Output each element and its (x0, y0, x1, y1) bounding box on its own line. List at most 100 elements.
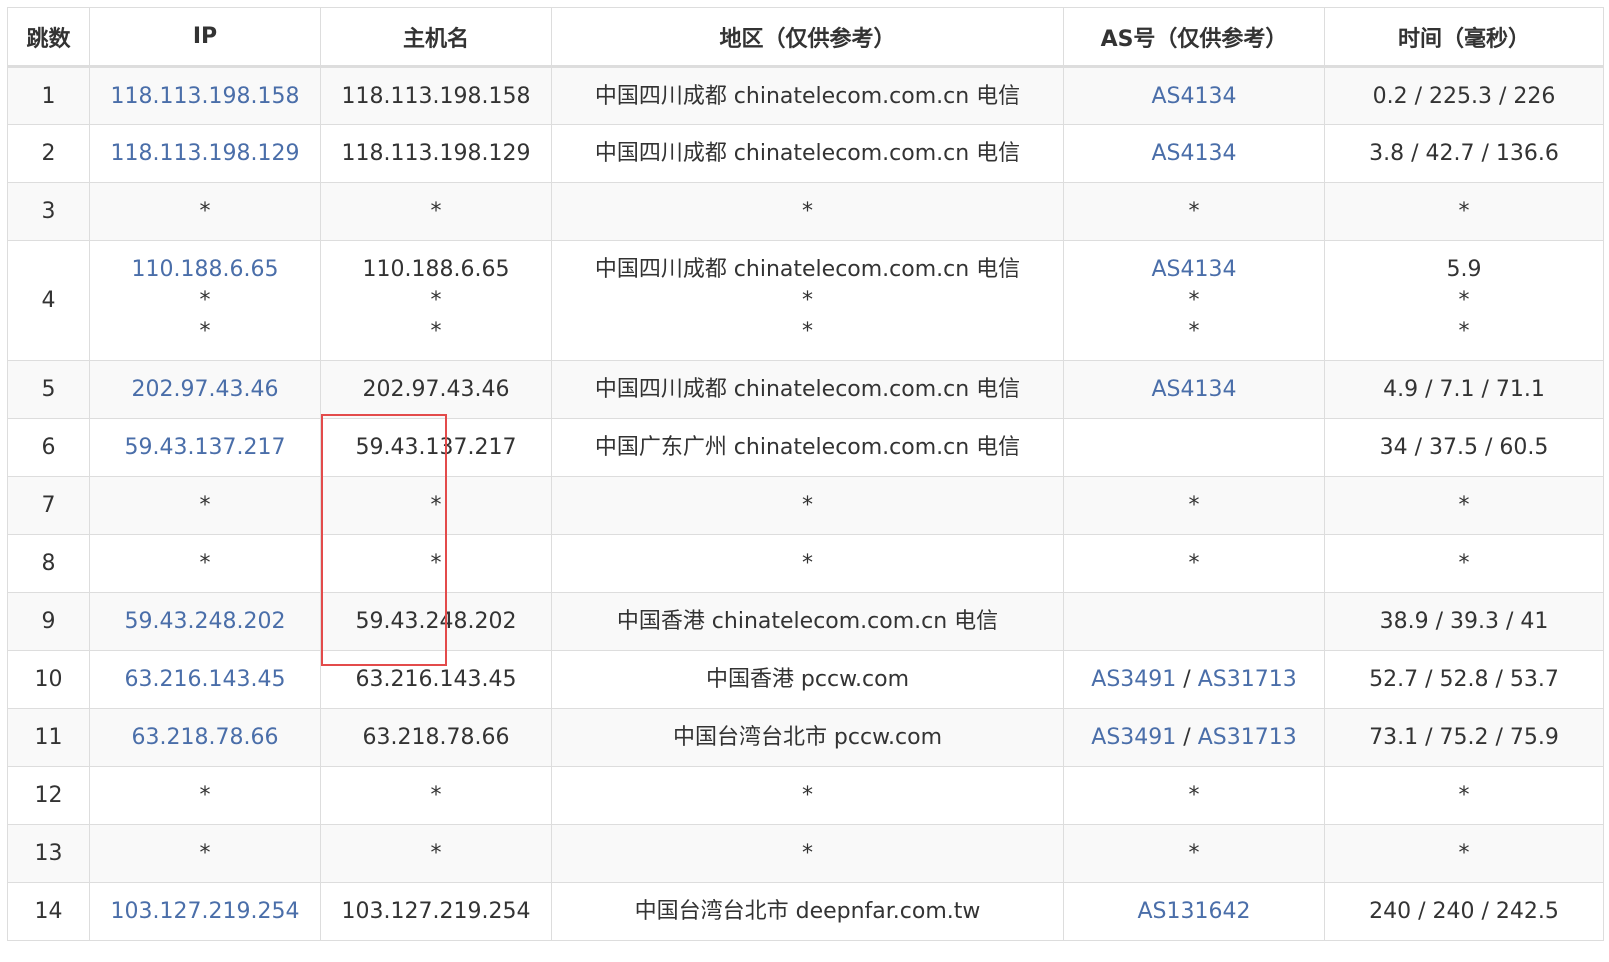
ip-cell: 202.97.43.46 (89, 360, 321, 419)
hostname-text: * (430, 319, 442, 344)
hop-cell: 10 (7, 650, 90, 709)
region-text: 中国香港 pccw.com (705, 667, 910, 692)
table-row: 10 63.216.143.45 63.216.143.45 中国香港 pccw.co… (7, 650, 1604, 709)
table-header: 跳数 IP 主机名 地区（仅供参考） AS号（仅供参考） 时间（毫秒） (7, 7, 1604, 68)
time-text: * (1458, 841, 1470, 866)
as-line: * (1070, 838, 1318, 869)
ip-link[interactable]: 202.97.43.46 (96, 374, 314, 405)
column-header-as[interactable]: AS号（仅供参考） (1063, 7, 1325, 68)
ip-link[interactable]: 118.113.198.129 (96, 138, 314, 169)
ip-link[interactable]: 59.43.248.202 (96, 606, 314, 637)
hostname-text: 118.113.198.158 (341, 83, 531, 109)
time-text: 3.8 / 42.7 / 136.6 (1369, 141, 1559, 166)
region-cell: 中国四川成都 chinatelecom.com.cn 电信 * * (551, 240, 1064, 361)
region-cell: * (551, 534, 1064, 593)
time-cell: 3.8 / 42.7 / 136.6 (1324, 124, 1604, 183)
ip-link[interactable]: 59.43.137.217 (96, 432, 314, 463)
hostname-cell: 59.43.248.202 (320, 592, 552, 651)
column-header-hop[interactable]: 跳数 (7, 7, 90, 68)
time-cell: 4.9 / 7.1 / 71.1 (1324, 360, 1604, 419)
region-cell: 中国香港 pccw.com (551, 650, 1064, 709)
time-cell: 38.9 / 39.3 / 41 (1324, 592, 1604, 651)
hop-cell: 1 (7, 66, 90, 125)
hostname-text: 110.188.6.65 (362, 257, 510, 282)
as-cell: AS4134 (1063, 360, 1325, 419)
hostname-text: 202.97.43.46 (362, 377, 510, 402)
region-cell: 中国四川成都 chinatelecom.com.cn 电信 (551, 124, 1064, 183)
hostname-text: * (430, 551, 442, 576)
table-row: 9 59.43.248.202 59.43.248.202 中国香港 chinatel… (7, 592, 1604, 651)
hop-cell: 6 (7, 418, 90, 477)
region-cell: 中国广东广州 chinatelecom.com.cn 电信 (551, 418, 1064, 477)
traceroute-table: 跳数 IP 主机名 地区（仅供参考） AS号（仅供参考） 时间（毫秒） 1 118… (7, 7, 1604, 941)
ip-link[interactable]: 63.218.78.66 (96, 722, 314, 753)
hostname-cell: * (320, 766, 552, 825)
hop-cell: 2 (7, 124, 90, 183)
time-cell: * (1324, 476, 1604, 535)
region-cell: * (551, 766, 1064, 825)
as-separator: / (1176, 725, 1198, 750)
ip-link[interactable]: 103.127.219.254 (96, 896, 314, 927)
as-link[interactable]: AS131642 (1138, 899, 1251, 924)
hostname-cell: 202.97.43.46 (320, 360, 552, 419)
ip-cell: 103.127.219.254 (89, 882, 321, 941)
column-header-time[interactable]: 时间（毫秒） (1324, 7, 1604, 68)
ip-cell: 118.113.198.129 (89, 124, 321, 183)
hop-cell: 14 (7, 882, 90, 941)
hostname-cell: 118.113.198.158 (320, 66, 552, 125)
as-line: AS4134 (1070, 254, 1318, 285)
hostname-cell: * (320, 476, 552, 535)
table-row: 2 118.113.198.129 118.113.198.129 中国四川成都 ch… (7, 124, 1604, 183)
as-line: AS3491 / AS31713 (1070, 664, 1318, 695)
hostname-cell: 59.43.137.217 (320, 418, 552, 477)
as-line: AS4134 (1070, 81, 1318, 112)
table-row: 4 110.188.6.65 * * 110.188.6.65 * * 中国四川成都 chin… (7, 240, 1604, 361)
as-link[interactable]: AS31713 (1198, 725, 1297, 750)
table-row: 7 * * * * * (7, 476, 1604, 535)
ip-link[interactable]: 110.188.6.65 (96, 254, 314, 285)
region-text: 中国四川成都 chinatelecom.com.cn 电信 (594, 257, 1021, 282)
region-text: 中国四川成都 chinatelecom.com.cn 电信 (594, 141, 1021, 166)
region-text: 中国四川成都 chinatelecom.com.cn 电信 (594, 83, 1021, 109)
region-cell: 中国台湾台北市 deepnfar.com.tw (551, 882, 1064, 941)
time-text: 34 / 37.5 / 60.5 (1379, 435, 1549, 460)
hostname-cell: 63.216.143.45 (320, 650, 552, 709)
region-text: * (802, 783, 813, 808)
ip-cell: * (89, 534, 321, 593)
as-link[interactable]: AS4134 (1151, 257, 1236, 282)
as-link[interactable]: AS3491 (1091, 667, 1176, 692)
time-cell: 73.1 / 75.2 / 75.9 (1324, 708, 1604, 767)
table-row: 11 63.218.78.66 63.218.78.66 中国台湾台北市 pccw.c… (7, 708, 1604, 767)
region-text: * (802, 493, 813, 518)
as-link[interactable]: AS31713 (1198, 667, 1297, 692)
as-link: * (1188, 783, 1200, 808)
as-cell: AS3491 / AS31713 (1063, 708, 1325, 767)
hop-cell: 12 (7, 766, 90, 825)
hostname-text: 59.43.137.217 (355, 435, 517, 460)
ip-link: * (199, 841, 211, 866)
as-link[interactable]: AS4134 (1151, 377, 1236, 402)
time-text: * (1458, 551, 1470, 576)
hostname-cell: * (320, 182, 552, 241)
as-link[interactable]: AS4134 (1151, 141, 1236, 166)
as-cell: * (1063, 824, 1325, 883)
time-text: 38.9 / 39.3 / 41 (1379, 609, 1549, 634)
ip-link[interactable]: 118.113.198.158 (96, 81, 314, 112)
time-text: * (1458, 199, 1470, 224)
hostname-text: * (430, 783, 442, 808)
time-text: * (1458, 783, 1470, 808)
column-header-hostname[interactable]: 主机名 (320, 7, 552, 68)
column-header-region[interactable]: 地区（仅供参考） (551, 7, 1064, 68)
table-row: 8 * * * * * (7, 534, 1604, 593)
as-link[interactable]: AS4134 (1151, 84, 1236, 109)
ip-link: * (199, 199, 211, 224)
as-line: AS4134 (1070, 138, 1318, 169)
as-link[interactable]: AS3491 (1091, 725, 1176, 750)
region-text: * (802, 841, 813, 866)
time-cell: 240 / 240 / 242.5 (1324, 882, 1604, 941)
as-line: * (1070, 490, 1318, 521)
as-cell: * (1063, 766, 1325, 825)
ip-link[interactable]: 63.216.143.45 (96, 664, 314, 695)
as-line: AS4134 (1070, 374, 1318, 405)
column-header-ip[interactable]: IP (89, 7, 321, 68)
